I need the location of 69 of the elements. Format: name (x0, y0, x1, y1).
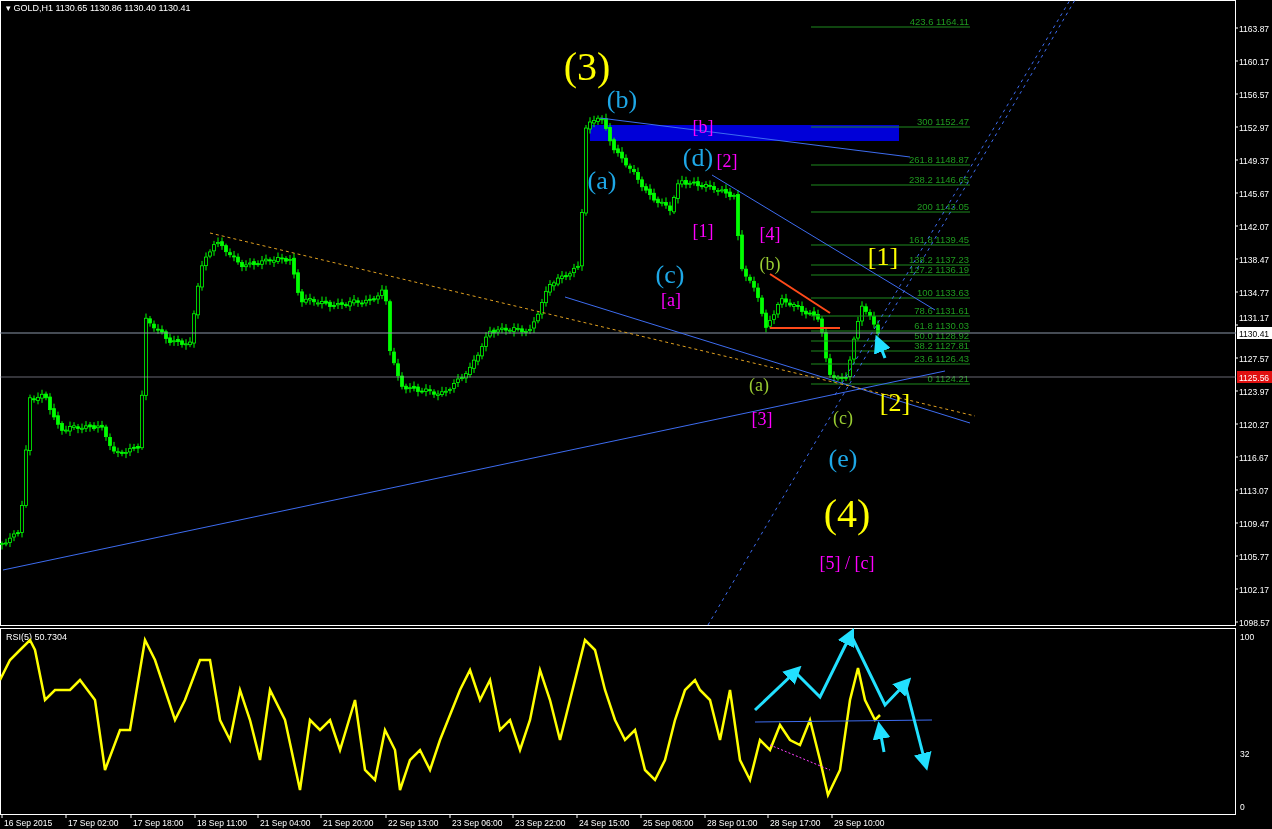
time-axis-label: 28 Sep 01:00 (707, 818, 758, 828)
wave-label: (d) (682, 143, 714, 172)
time-axis-label: 21 Sep 20:00 (323, 818, 374, 828)
fibonacci-label: 78.6 1131.61 (914, 305, 969, 316)
time-axis-label: 21 Sep 04:00 (260, 818, 311, 828)
fibonacci-label: 300 1152.47 (916, 116, 969, 127)
wave-label: (a) (587, 166, 617, 195)
price-axis-label: 1156.57 (1239, 90, 1270, 100)
fibonacci-label: 238.2 1146.65 (908, 174, 969, 185)
fibonacci-label: 161.8 1139.45 (908, 234, 969, 245)
fibonacci-label: 50.0 1128.92 (914, 330, 969, 341)
fibonacci-label: 127.2 1136.19 (908, 264, 969, 275)
price-axis-label: 1105.77 (1239, 552, 1270, 562)
time-axis-label: 18 Sep 11:00 (197, 818, 247, 828)
price-axis-label: 1145.67 (1239, 189, 1270, 199)
price-axis-label: 1127.57 (1239, 354, 1270, 364)
fibonacci-label: 0 1124.21 (927, 373, 969, 384)
price-axis-label: 1142.07 (1239, 222, 1270, 232)
time-axis-label: 25 Sep 08:00 (643, 818, 694, 828)
fibonacci-label: 100 1133.63 (916, 287, 969, 298)
wave-label: (a) (749, 375, 769, 395)
price-axis-label: 1123.97 (1239, 387, 1270, 397)
price-axis-label: 1160.17 (1239, 57, 1270, 67)
time-axis-label: 29 Sep 10:00 (834, 818, 885, 828)
price-axis-label: 1149.37 (1239, 156, 1270, 166)
wave-label: (4) (823, 491, 871, 536)
wave-label: [1] (867, 242, 899, 271)
fibonacci-label: 423.6 1164.11 (909, 16, 969, 27)
fibonacci-label: 138.2 1137.23 (908, 254, 969, 265)
fibonacci-label: 261.8 1148.87 (908, 154, 969, 165)
price-axis-label: 1163.87 (1239, 24, 1270, 34)
current-price-tag: 1130.41 (1237, 327, 1272, 339)
price-axis-label: 1102.17 (1239, 585, 1270, 595)
wave-label: (c) (655, 260, 685, 289)
fibonacci-label: 200 1143.05 (916, 201, 969, 212)
symbol-header: ▾ GOLD,H1 1130.65 1130.86 1130.40 1130.41 (6, 3, 191, 13)
price-axis-label: 1138.47 (1239, 255, 1270, 265)
wave-label: [5] / [c] (819, 553, 875, 573)
indicator-axis-label: 32 (1240, 749, 1250, 759)
time-axis-label: 17 Sep 18:00 (133, 818, 184, 828)
fibonacci-label: 38.2 1127.81 (914, 340, 969, 351)
fibonacci-label: 23.6 1126.43 (914, 353, 969, 364)
price-axis-label: 1134.77 (1239, 288, 1270, 298)
indicator-axis-label: 0 (1240, 802, 1245, 812)
wave-label: (b) (759, 254, 781, 274)
time-axis-label: 24 Sep 15:00 (579, 818, 630, 828)
price-axis-label: 1152.97 (1239, 123, 1270, 133)
time-axis-label: 17 Sep 02:00 (68, 818, 119, 828)
wave-label: (c) (833, 408, 853, 428)
marked-price-tag: 1125.56 (1237, 371, 1272, 383)
wave-label: (e) (828, 444, 858, 473)
wave-label: [a] (661, 290, 681, 310)
time-axis-label: 16 Sep 2015 (4, 818, 53, 828)
price-axis-label: 1131.17 (1239, 313, 1270, 323)
fibonacci-label: 61.8 1130.03 (914, 320, 969, 331)
time-axis-label: 23 Sep 06:00 (452, 818, 503, 828)
wave-label: [3] (751, 409, 773, 429)
price-axis-label: 1113.07 (1239, 486, 1269, 496)
time-axis-label: 28 Sep 17:00 (770, 818, 821, 828)
price-axis-label: 1120.27 (1239, 420, 1270, 430)
wave-label: [1] (692, 221, 714, 241)
wave-label: [2] (716, 151, 738, 171)
price-axis-label: 1109.47 (1239, 519, 1270, 529)
indicator-axis-label: 100 (1240, 632, 1255, 642)
time-axis-label: 23 Sep 22:00 (515, 818, 566, 828)
price-axis-label: 1116.67 (1239, 453, 1269, 463)
time-axis-label: 22 Sep 13:00 (388, 818, 439, 828)
price-axis-label: 1098.57 (1239, 618, 1270, 628)
wave-label: [4] (759, 224, 781, 244)
